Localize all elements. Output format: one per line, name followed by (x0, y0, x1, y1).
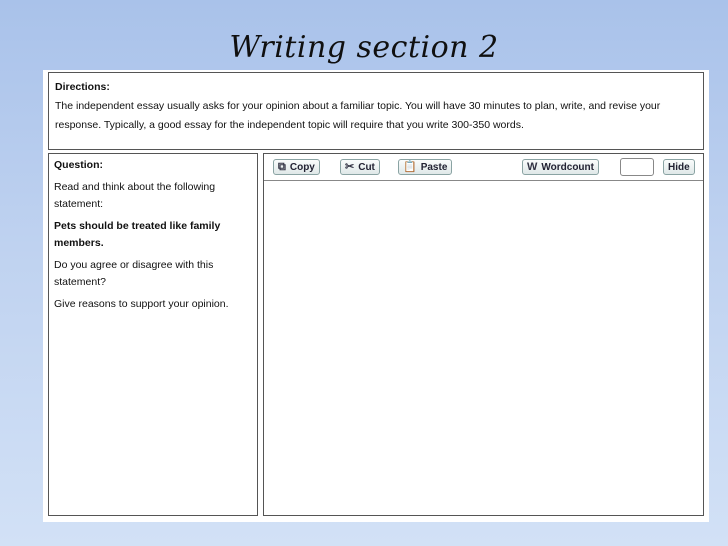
question-prompt: Do you agree or disagree with this state… (54, 259, 214, 288)
question-panel: Question: Read and think about the follo… (48, 153, 258, 516)
clipboard-icon: 📋 (403, 160, 417, 173)
essay-editor-panel: ⧉ Copy ✂ Cut 📋 Paste W Wordcount Hide (263, 153, 704, 516)
editor-toolbar: ⧉ Copy ✂ Cut 📋 Paste W Wordcount Hide (264, 154, 703, 180)
cut-button[interactable]: ✂ Cut (340, 159, 380, 175)
wordcount-display (620, 158, 654, 176)
paste-button[interactable]: 📋 Paste (398, 159, 453, 175)
directions-label: Directions: (55, 81, 110, 93)
wordcount-label: Wordcount (541, 161, 594, 173)
question-label: Question: (54, 159, 103, 171)
directions-text: The independent essay usually asks for y… (55, 100, 661, 131)
directions-panel: Directions: The independent essay usuall… (48, 72, 704, 150)
slide-title: Writing section 2 (229, 30, 499, 65)
question-intro: Read and think about the following state… (54, 181, 216, 210)
question-statement: Pets should be treated like family membe… (54, 220, 221, 249)
wordcount-button[interactable]: W Wordcount (522, 159, 599, 175)
wordcount-icon: W (527, 160, 538, 173)
question-instruction: Give reasons to support your opinion. (54, 298, 229, 310)
test-screen: Directions: The independent essay usuall… (43, 70, 709, 522)
copy-label: Copy (289, 161, 315, 173)
scissors-icon: ✂ (345, 160, 355, 173)
cut-label: Cut (358, 161, 375, 173)
copy-button[interactable]: ⧉ Copy (273, 159, 320, 175)
hide-button[interactable]: Hide (663, 159, 695, 175)
paste-label: Paste (420, 161, 448, 173)
hide-label: Hide (668, 161, 690, 173)
essay-text-area[interactable] (264, 181, 703, 515)
copy-icon: ⧉ (278, 160, 286, 173)
